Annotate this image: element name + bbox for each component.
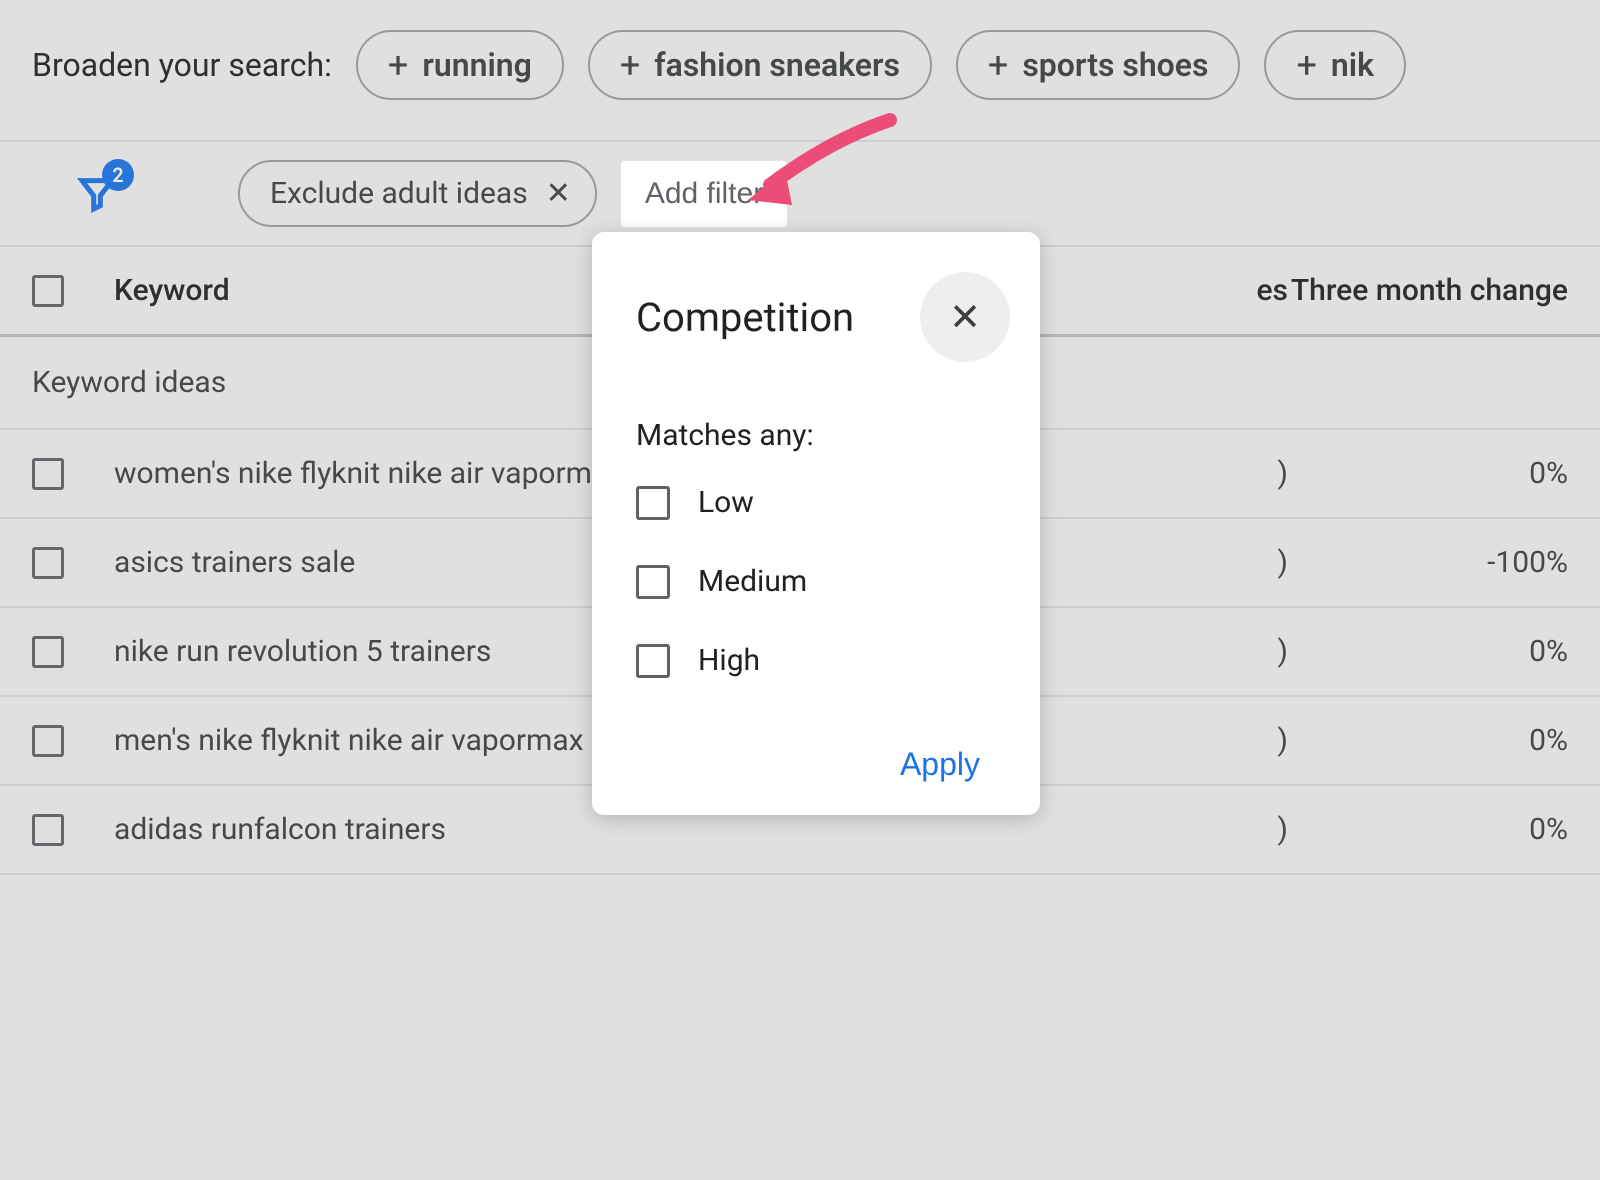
close-icon[interactable]: ✕ <box>546 176 571 211</box>
apply-button[interactable]: Apply <box>884 738 996 791</box>
popup-title: Competition <box>636 294 854 341</box>
row-change: 0% <box>1288 723 1568 758</box>
row-checkbox[interactable] <box>32 547 64 579</box>
filter-chip-label: Exclude adult ideas <box>270 176 528 211</box>
column-header-searches[interactable]: es <box>1178 273 1288 308</box>
option-checkbox-low[interactable] <box>636 486 670 520</box>
row-searches: ) <box>1178 812 1288 847</box>
chip-label: fashion sneakers <box>654 46 900 84</box>
row-searches: ) <box>1178 456 1288 491</box>
filter-icon[interactable]: 2 <box>70 167 124 221</box>
option-checkbox-high[interactable] <box>636 644 670 678</box>
plus-icon: + <box>388 47 408 83</box>
row-checkbox[interactable] <box>32 725 64 757</box>
popup-close-button[interactable]: ✕ <box>920 272 1010 362</box>
row-checkbox[interactable] <box>32 814 64 846</box>
broaden-search-bar: Broaden your search: + running + fashion… <box>0 0 1600 140</box>
broaden-chip-fashion-sneakers[interactable]: + fashion sneakers <box>588 30 932 100</box>
broaden-chip-sports-shoes[interactable]: + sports shoes <box>956 30 1241 100</box>
select-all-checkbox[interactable] <box>32 275 64 307</box>
row-keyword: adidas runfalcon trainers <box>114 812 1178 847</box>
row-searches: ) <box>1178 634 1288 669</box>
row-checkbox[interactable] <box>32 458 64 490</box>
option-checkbox-medium[interactable] <box>636 565 670 599</box>
filter-count-badge: 2 <box>102 159 134 191</box>
row-searches: ) <box>1178 723 1288 758</box>
chip-label: running <box>422 46 532 84</box>
plus-icon: + <box>1296 47 1316 83</box>
option-label: High <box>698 643 760 678</box>
matches-any-label: Matches any: <box>636 418 996 453</box>
option-row-high[interactable]: High <box>636 643 996 678</box>
filter-bar: 2 Exclude adult ideas ✕ Add filter <box>0 140 1600 247</box>
row-searches: ) <box>1178 545 1288 580</box>
row-change: -100% <box>1288 545 1568 580</box>
row-change: 0% <box>1288 634 1568 669</box>
broaden-chip-nik[interactable]: + nik <box>1264 30 1406 100</box>
add-filter-button[interactable]: Add filter <box>621 161 787 227</box>
filter-chip-exclude-adult[interactable]: Exclude adult ideas ✕ <box>238 160 597 227</box>
row-change: 0% <box>1288 812 1568 847</box>
option-label: Medium <box>698 564 807 599</box>
option-label: Low <box>698 485 754 520</box>
broaden-label: Broaden your search: <box>32 46 332 84</box>
row-checkbox[interactable] <box>32 636 64 668</box>
broaden-chip-running[interactable]: + running <box>356 30 564 100</box>
chip-label: nik <box>1331 46 1374 84</box>
plus-icon: + <box>988 47 1008 83</box>
option-row-medium[interactable]: Medium <box>636 564 996 599</box>
column-header-change[interactable]: Three month change <box>1288 271 1568 310</box>
close-icon: ✕ <box>949 295 981 340</box>
plus-icon: + <box>620 47 640 83</box>
row-change: 0% <box>1288 456 1568 491</box>
chip-label: sports shoes <box>1022 46 1208 84</box>
option-row-low[interactable]: Low <box>636 485 996 520</box>
competition-filter-popup: Competition ✕ Matches any: Low Medium Hi… <box>592 232 1040 815</box>
